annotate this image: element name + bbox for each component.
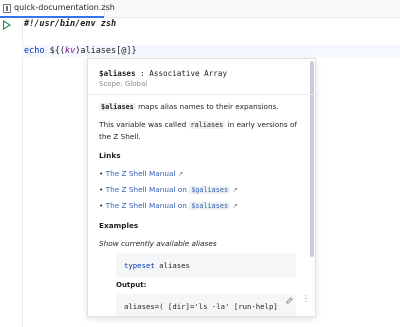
desc1-code: $aliases	[99, 103, 136, 111]
link-item[interactable]: • The Z Shell Manual on $galiases ↗	[99, 184, 303, 196]
expr-flag: kv	[64, 46, 76, 56]
external-link-icon: ↗	[232, 186, 238, 194]
output-code-block: aliases=( [dir]='ls -la' [run-help]	[116, 294, 296, 316]
example-arg: aliases	[154, 261, 190, 270]
gutter-divider	[22, 18, 23, 327]
link-zsh-manual[interactable]: The Z Shell Manual	[106, 169, 176, 178]
tab-label: quick-documentation.zsh	[14, 3, 115, 12]
echo-keyword: echo	[24, 46, 45, 56]
doc-description-2: This variable was called raliases in ear…	[99, 119, 303, 142]
link-item[interactable]: • The Z Shell Manual on $saliases ↗	[99, 200, 303, 212]
editor-tab-bar: quick-documentation.zsh	[0, 0, 400, 18]
signature-sep: :	[135, 69, 150, 78]
link-item[interactable]: • The Z Shell Manual ↗	[99, 168, 303, 180]
link-saliases-code[interactable]: $saliases	[189, 202, 231, 210]
desc2-code: raliases	[188, 121, 226, 129]
tab-quick-documentation[interactable]: quick-documentation.zsh	[0, 0, 115, 18]
external-link-icon: ↗	[232, 202, 238, 210]
code-line-shebang[interactable]: #!/usr/bin/env zsh	[24, 18, 116, 30]
editor-gutter	[0, 18, 22, 327]
edit-icon[interactable]	[286, 297, 293, 304]
examples-heading: Examples	[99, 221, 139, 230]
doc-signature: $aliases : Associative Array	[99, 68, 303, 79]
code-line-echo[interactable]: echo ${(kv)aliases[@]}	[22, 45, 400, 57]
link-galiases-code[interactable]: $galiases	[189, 186, 231, 194]
quick-documentation-popup[interactable]: $aliases : Associative Array Scope: Glob…	[87, 58, 316, 317]
doc-scope: Scope: Global	[99, 80, 148, 88]
link-saliases[interactable]: The Z Shell Manual on	[106, 201, 190, 210]
expr-open: ${(	[44, 46, 65, 56]
run-icon[interactable]	[3, 20, 11, 30]
output-line: aliases=( [dir]='ls -la' [run-help]	[124, 302, 278, 311]
external-link-icon: ↗	[177, 170, 184, 178]
file-icon	[3, 4, 11, 13]
desc1-text: maps alias names to their expansions.	[135, 102, 279, 111]
doc-separator	[88, 94, 315, 95]
example-code-block: typeset aliases	[116, 253, 296, 278]
more-options-icon[interactable]: ⋮	[302, 295, 310, 303]
expr-close: )aliases[@]}	[75, 46, 137, 56]
output-heading: Output:	[116, 281, 147, 289]
signature-type: Associative Array	[149, 69, 228, 78]
link-galiases[interactable]: The Z Shell Manual on	[106, 185, 190, 194]
signature-name: $aliases	[99, 69, 136, 78]
example-keyword: typeset	[124, 261, 155, 270]
doc-description-1: $aliases maps alias names to their expan…	[99, 101, 303, 113]
desc2-pre: This variable was called	[99, 120, 189, 129]
popup-scrollbar[interactable]	[310, 61, 314, 257]
links-heading: Links	[99, 151, 121, 160]
examples-description: Show currently available aliases	[99, 239, 217, 248]
